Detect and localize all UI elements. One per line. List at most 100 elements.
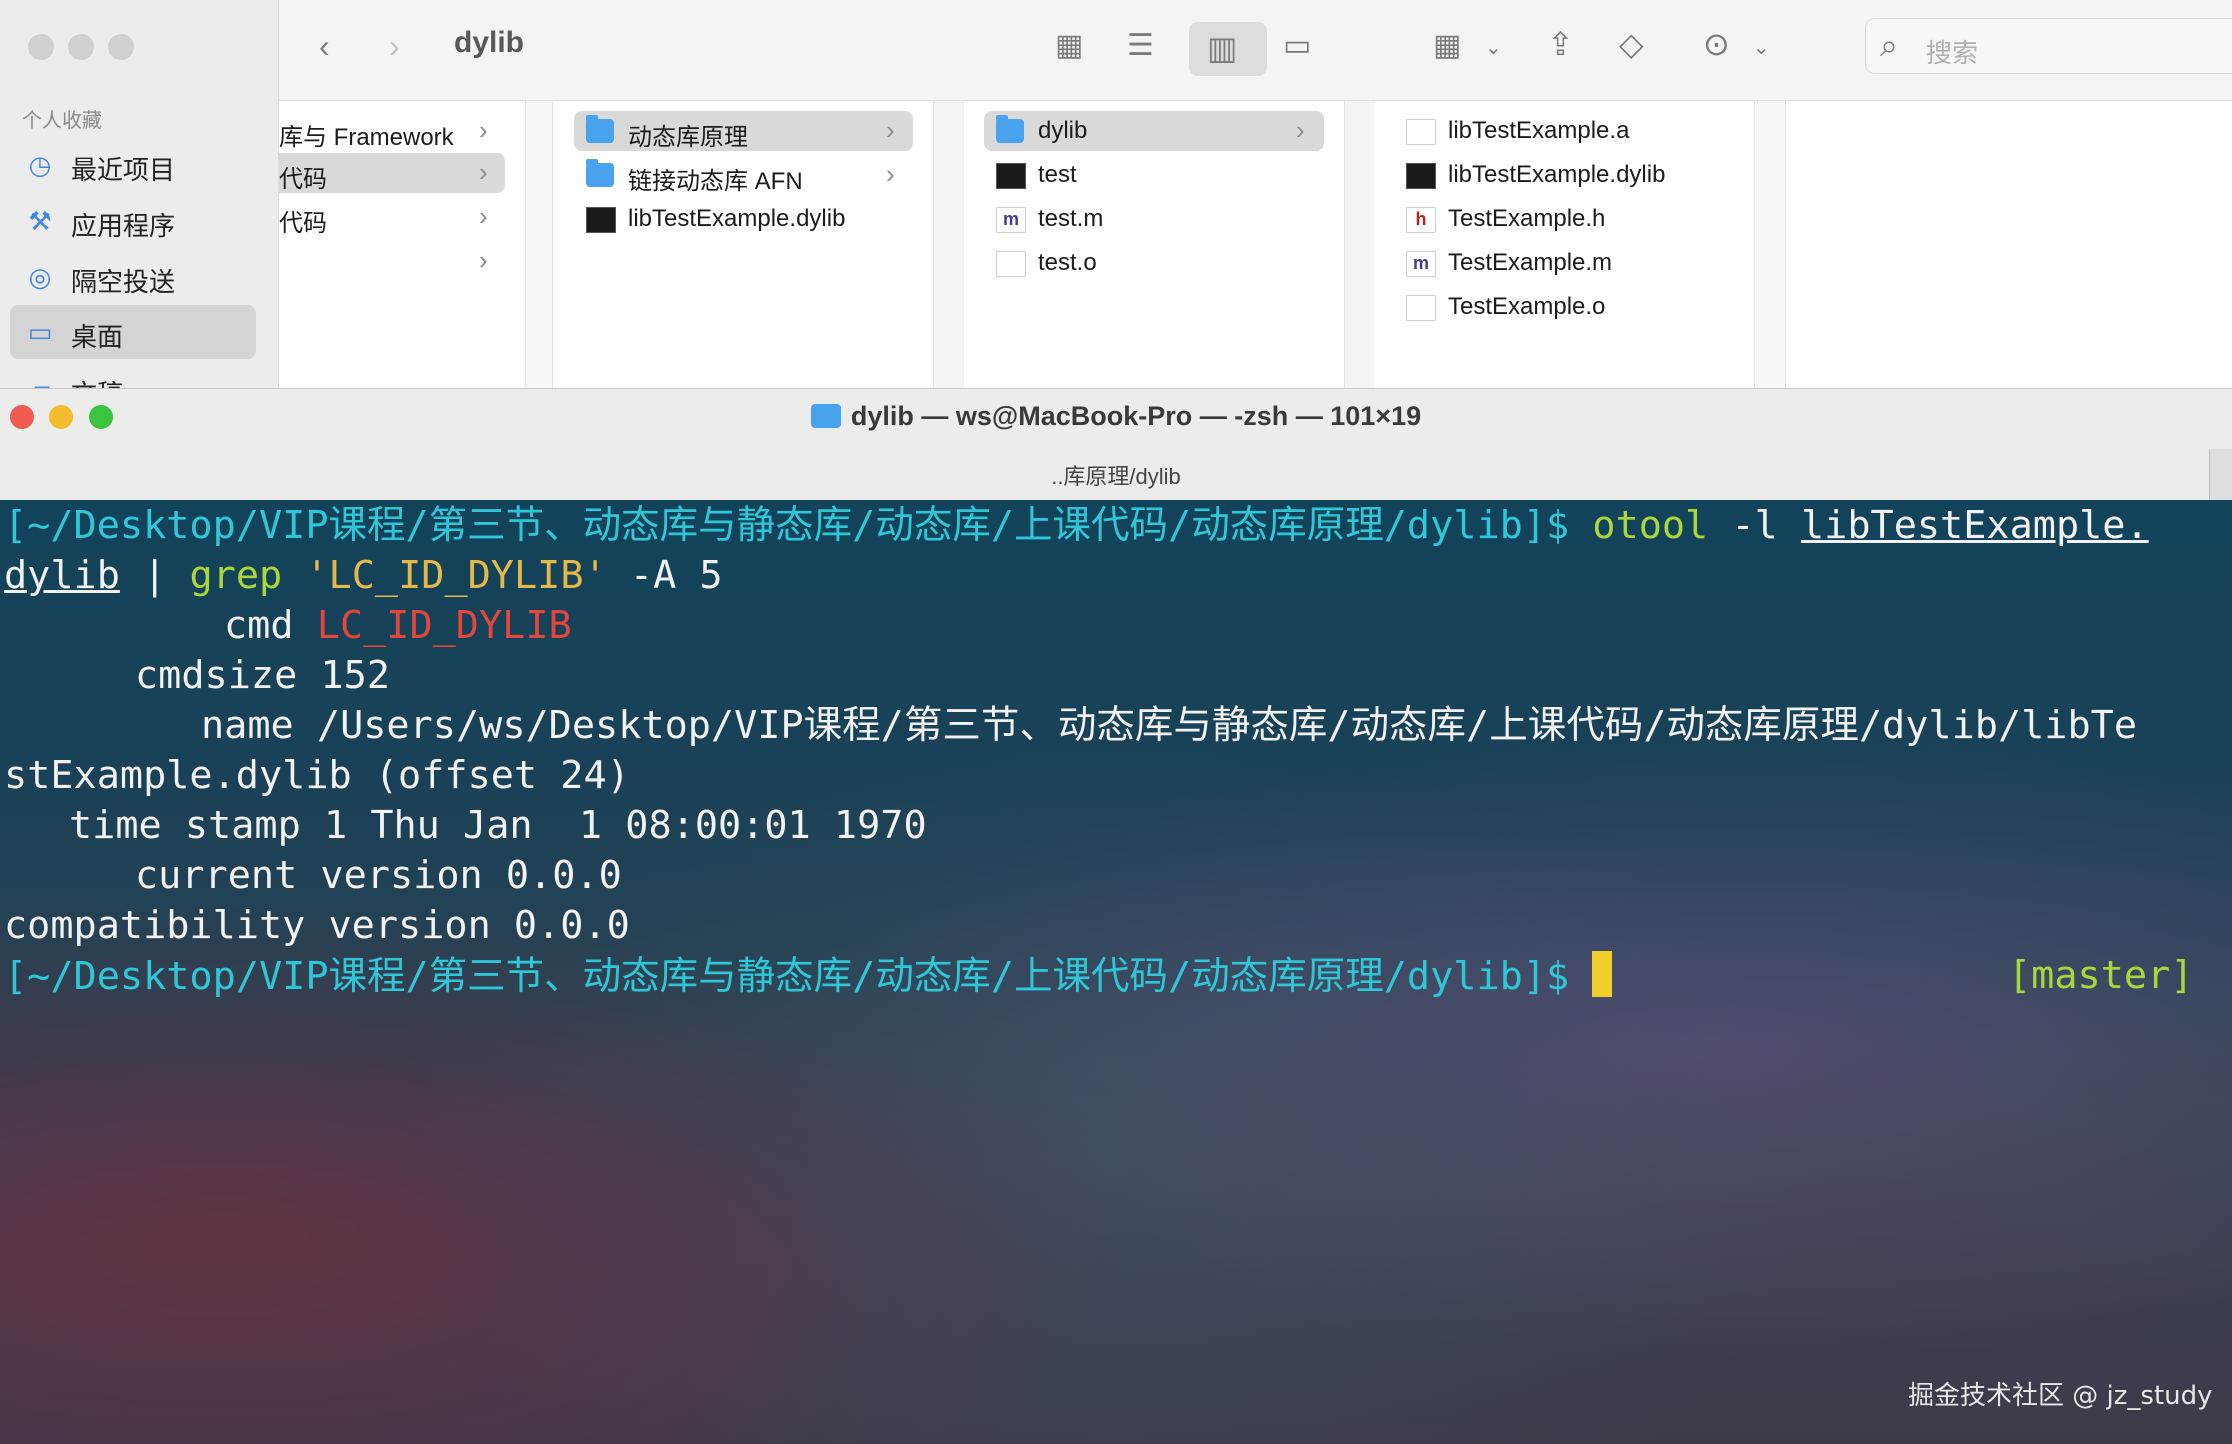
command-name: otool (1592, 503, 1709, 548)
terminal-content[interactable]: [~/Desktop/VIP课程/第三节、动态库与静态库/动态库/上课代码/动态… (0, 500, 2232, 1444)
search-field[interactable]: ⌕ 搜索 (1865, 18, 2232, 74)
file-icon (1406, 295, 1436, 321)
share-icon[interactable]: ⇪ (1547, 24, 1574, 64)
list-item[interactable]: libTestExample.dylib (1394, 155, 1734, 195)
command-flag: -l (1731, 503, 1778, 548)
terminal-tab[interactable]: ..库原理/dylib (0, 459, 2232, 491)
search-placeholder: 搜索 (1926, 38, 1979, 68)
list-item[interactable]: 代码 › (279, 153, 505, 193)
list-item-label: 代码 (279, 210, 327, 237)
gallery-view-icon[interactable]: ▭ (1283, 26, 1311, 66)
terminal-title-text: dylib — ws@MacBook-Pro — -zsh — 101×19 (850, 401, 1422, 431)
header-file-icon: h (1406, 207, 1436, 233)
finder-column-2: dylib › test m test.m test.o (964, 101, 1345, 388)
list-item[interactable]: › (279, 241, 525, 281)
list-item[interactable]: h TestExample.h (1394, 199, 1734, 239)
zoom-light-inactive[interactable] (108, 34, 134, 60)
list-item[interactable]: TestExample.o (1394, 287, 1734, 327)
sidebar-section-favorites: 个人收藏 (22, 110, 102, 132)
list-item-label: libTestExample.dylib (1448, 161, 1666, 188)
sidebar-item-label: 桌面 (71, 322, 124, 352)
terminal-line: current version 0.0.0 (135, 853, 622, 898)
grep-command: grep (189, 553, 283, 598)
column-view-icon: ▥ (1207, 30, 1238, 66)
close-light-inactive[interactable] (28, 34, 54, 60)
minimize-light-inactive[interactable] (68, 34, 94, 60)
list-item[interactable]: m TestExample.m (1394, 243, 1734, 283)
finder-sidebar: 个人收藏 ◷ 最近项目 ⚒ 应用程序 ◎ 隔空投送 ▭ 桌面 ▱ 文稿 (0, 0, 279, 388)
list-item[interactable]: libTestExample.dylib (574, 199, 913, 239)
group-icon[interactable]: ▦ (1433, 26, 1461, 66)
folder-icon (810, 404, 841, 428)
sidebar-item-recents[interactable]: ◷ 最近项目 (10, 138, 256, 192)
list-item-label: TestExample.o (1448, 293, 1606, 320)
sidebar-item-label: 应用程序 (71, 211, 176, 241)
finder-window: 个人收藏 ◷ 最近项目 ⚒ 应用程序 ◎ 隔空投送 ▭ 桌面 ▱ 文稿 ‹ › … (0, 0, 2232, 388)
terminal-line: cmdsize 152 (135, 653, 390, 698)
chevron-right-icon: › (479, 115, 488, 145)
list-item-label: TestExample.h (1448, 205, 1606, 232)
sidebar-item-desktop[interactable]: ▭ 桌面 (10, 305, 256, 359)
executable-icon (1406, 163, 1436, 189)
list-item[interactable]: test (984, 155, 1324, 195)
list-item[interactable]: 代码 › (279, 197, 525, 237)
finder-column-gap (526, 101, 553, 388)
list-item-label: test (1038, 161, 1077, 188)
document-icon: ▱ (26, 375, 54, 388)
column-view-button[interactable]: ▥ (1189, 22, 1267, 76)
sidebar-item-airdrop[interactable]: ◎ 隔空投送 (10, 250, 256, 304)
objc-source-icon: m (996, 207, 1026, 233)
list-item-label: TestExample.m (1448, 249, 1613, 276)
list-item[interactable]: test.o (984, 243, 1324, 283)
chevron-down-icon[interactable]: ⌄ (1485, 28, 1502, 68)
tag-icon[interactable]: ◇ (1619, 24, 1644, 64)
git-branch-indicator: [master] (2008, 951, 2193, 1001)
list-item-label: 动态库原理 (628, 124, 748, 151)
more-icon[interactable]: ⊙ (1703, 24, 1730, 64)
list-item-label: 代码 (279, 166, 327, 193)
list-view-icon[interactable]: ☰ (1127, 26, 1154, 66)
list-item[interactable]: libTestExample.a (1394, 111, 1734, 151)
terminal-title: dylib — ws@MacBook-Pro — -zsh — 101×19 (0, 401, 2232, 432)
terminal-line: [~/Desktop/VIP课程/第三节、动态库与静态库/动态库/上课代码/动态… (4, 951, 1613, 1001)
watermark: 掘金技术社区 @ jz_study (1908, 1381, 2213, 1411)
list-item-label: 库与 Framework (279, 124, 454, 151)
back-icon[interactable]: ‹ (319, 26, 330, 66)
new-tab-button[interactable] (2209, 449, 2232, 501)
terminal-titlebar: dylib — ws@MacBook-Pro — -zsh — 101×19 .… (0, 388, 2232, 501)
terminal-line: time stamp 1 Thu Jan 1 08:00:01 1970 (69, 803, 927, 848)
folder-icon (586, 115, 614, 143)
shell-prompt: [~/Desktop/VIP课程/第三节、动态库与静态库/动态库/上课代码/动态… (4, 503, 1570, 548)
terminal-line: stExample.dylib (offset 24) (4, 753, 630, 798)
finder-title: dylib (454, 26, 525, 59)
chevron-right-icon: › (1296, 115, 1305, 145)
folder-icon (996, 115, 1024, 143)
list-item-label: test.m (1038, 205, 1104, 232)
chevron-down-icon[interactable]: ⌄ (1753, 28, 1770, 68)
output-key: cmd (224, 603, 294, 648)
objc-source-icon: m (1406, 251, 1436, 277)
executable-icon (586, 207, 616, 233)
search-icon: ⌕ (1880, 27, 1898, 63)
terminal-line: dylib | grep 'LC_ID_DYLIB' -A 5 (4, 551, 723, 601)
list-item[interactable]: dylib › (984, 111, 1324, 151)
list-item[interactable]: m test.m (984, 199, 1324, 239)
airdrop-icon: ◎ (28, 262, 52, 292)
list-item[interactable]: 链接动态库 AFN › (574, 155, 913, 195)
list-item[interactable]: 库与 Framework › (279, 111, 525, 151)
chevron-right-icon: › (479, 245, 488, 275)
sidebar-item-label: 最近项目 (71, 155, 176, 185)
file-icon (1406, 119, 1436, 145)
list-item[interactable]: 动态库原理 › (574, 111, 913, 151)
forward-icon[interactable]: › (389, 26, 400, 66)
sidebar-item-applications[interactable]: ⚒ 应用程序 (10, 194, 256, 248)
finder-column-3: libTestExample.a libTestExample.dylib h … (1374, 101, 1755, 388)
pipe-symbol: | (143, 553, 167, 598)
terminal-line: [~/Desktop/VIP课程/第三节、动态库与静态库/动态库/上课代码/动态… (4, 501, 2149, 551)
sidebar-item-label: 隔空投送 (71, 267, 176, 297)
output-value: LC_ID_DYLIB (316, 603, 572, 648)
icon-view-icon[interactable]: ▦ (1055, 26, 1083, 66)
finder-toolbar: ‹ › dylib ▦ ☰ ▥ ▭ ▦ ⌄ ⇪ ◇ ⊙ ⌄ ⌕ 搜索 (279, 0, 2232, 101)
sidebar-item-documents[interactable]: ▱ 文稿 (10, 362, 256, 388)
clock-icon: ◷ (28, 150, 52, 180)
